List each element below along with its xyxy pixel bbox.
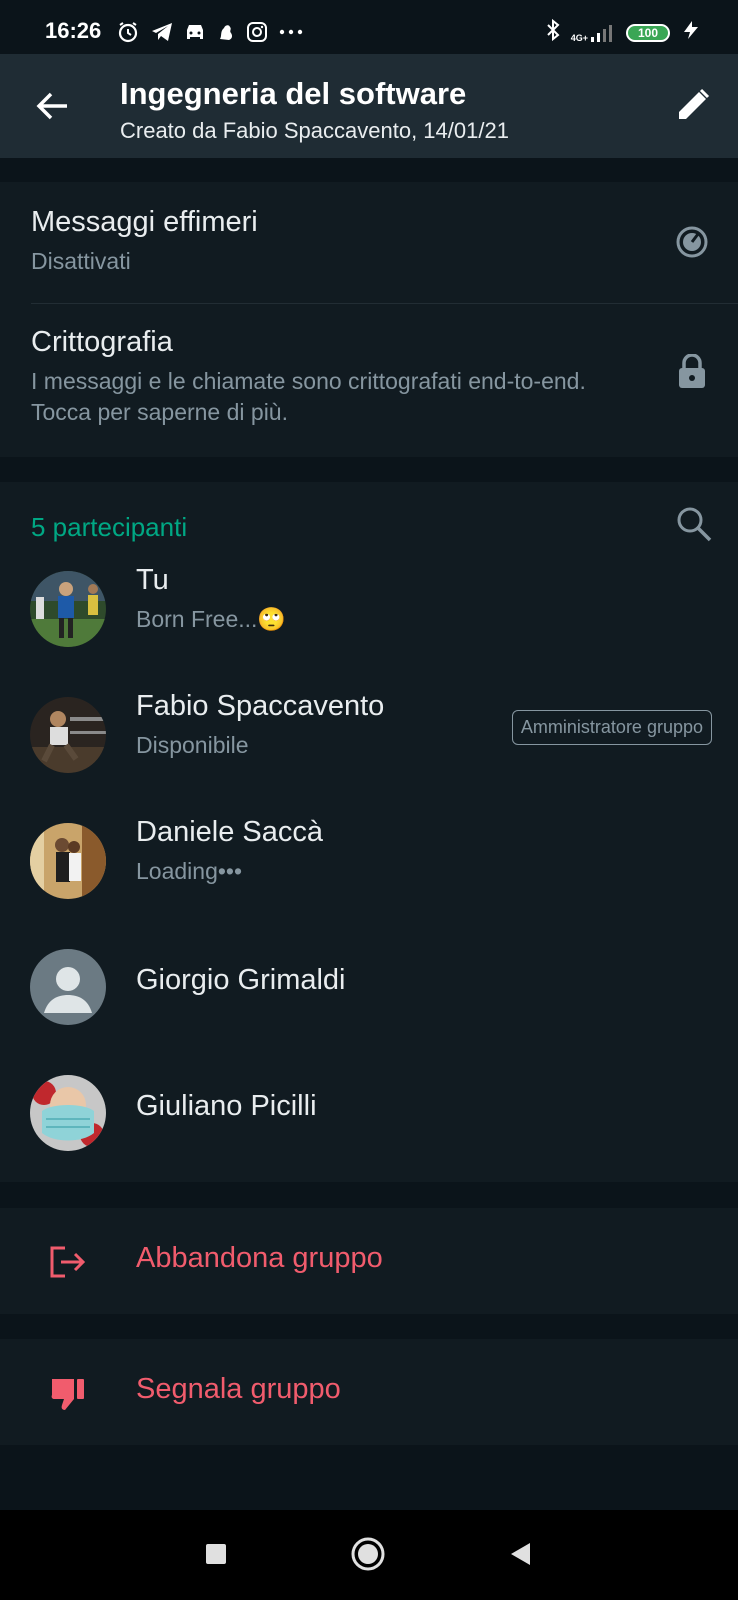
participant-row[interactable]: Giorgio Grimaldi (0, 924, 738, 1050)
signal-icon: 4G+ (571, 23, 616, 43)
status-time: 16:26 (45, 18, 102, 43)
participant-name: Giorgio Grimaldi (136, 964, 346, 996)
disappearing-messages-row[interactable]: Messaggi effimeri Disattivati (0, 182, 738, 304)
participant-name: Tu (136, 564, 169, 596)
timer-icon (672, 222, 712, 262)
bluetooth-icon (545, 18, 561, 47)
telegram-icon (150, 21, 174, 43)
network-type: 4G+ (570, 32, 588, 43)
home-button[interactable] (348, 1536, 388, 1576)
pencil-icon (675, 87, 711, 128)
setting-subtitle: Disattivati (31, 248, 131, 274)
participant-row[interactable]: Daniele Saccà Loading••• (0, 798, 738, 924)
participant-name: Fabio Spaccavento (136, 690, 385, 722)
group-title[interactable]: Ingegneria del software (120, 76, 466, 112)
participant-status: Disponibile (136, 732, 249, 758)
participant-status: Loading••• (136, 858, 243, 884)
participants-card: 5 partecipanti Tu Born Free...🙄 Fabio Sp… (0, 482, 738, 1182)
participants-count: 5 partecipanti (31, 512, 188, 542)
system-nav-bar (0, 1510, 738, 1600)
exit-icon (46, 1241, 88, 1283)
recents-button[interactable] (196, 1536, 236, 1576)
thumbs-down-icon (46, 1372, 88, 1414)
home-circle-icon (350, 1536, 386, 1577)
report-group-button[interactable]: Segnala gruppo (0, 1339, 738, 1445)
avatar (30, 823, 106, 899)
back-triangle-icon (508, 1541, 532, 1572)
setting-subtitle: I messaggi e le chiamate sono crittograf… (31, 368, 586, 425)
setting-title: Crittografia (31, 326, 173, 358)
encryption-row[interactable]: Crittografia I messaggi e le chiamate so… (0, 304, 738, 457)
recents-square-icon (205, 1543, 227, 1570)
instagram-icon (246, 21, 268, 43)
status-right-icons: 4G+ 100 (545, 18, 702, 47)
lock-icon (672, 352, 712, 392)
alarm-icon (116, 20, 140, 44)
exit-group-label: Abbandona gruppo (136, 1242, 383, 1274)
report-group-label: Segnala gruppo (136, 1373, 341, 1405)
avatar (30, 1075, 106, 1151)
participant-name: Giuliano Picilli (136, 1090, 317, 1122)
group-subtitle: Creato da Fabio Spaccavento, 14/01/21 (120, 118, 509, 143)
edit-button[interactable] (670, 84, 716, 130)
status-left-icons (116, 20, 304, 44)
back-nav-button[interactable] (500, 1536, 540, 1576)
setting-title: Messaggi effimeri (31, 206, 258, 238)
arrow-left-icon (35, 91, 69, 126)
participant-row[interactable]: Tu Born Free...🙄 (0, 546, 738, 672)
battery-indicator: 100 (626, 23, 670, 42)
admin-badge: Amministratore gruppo (511, 710, 712, 745)
avatar (30, 697, 106, 773)
avatar (30, 949, 106, 1025)
participant-status: Born Free...🙄 (136, 606, 287, 632)
back-button[interactable] (30, 86, 74, 130)
avatar (30, 571, 106, 647)
participant-row[interactable]: Giuliano Picilli (0, 1050, 738, 1176)
notification-icon (216, 21, 236, 43)
car-icon (184, 21, 206, 43)
status-bar: 16:26 4G+ 100 (0, 0, 738, 54)
search-participants-button[interactable] (672, 504, 716, 548)
participant-row[interactable]: Fabio Spaccavento Disponibile Amministra… (0, 672, 738, 798)
more-icon (278, 21, 304, 43)
charging-icon (680, 19, 702, 46)
settings-card: Messaggi effimeri Disattivati Crittograf… (0, 182, 738, 457)
search-icon (675, 505, 713, 548)
participant-name: Daniele Saccà (136, 816, 323, 848)
app-bar: Ingegneria del software Creato da Fabio … (0, 54, 738, 158)
exit-group-button[interactable]: Abbandona gruppo (0, 1208, 738, 1314)
